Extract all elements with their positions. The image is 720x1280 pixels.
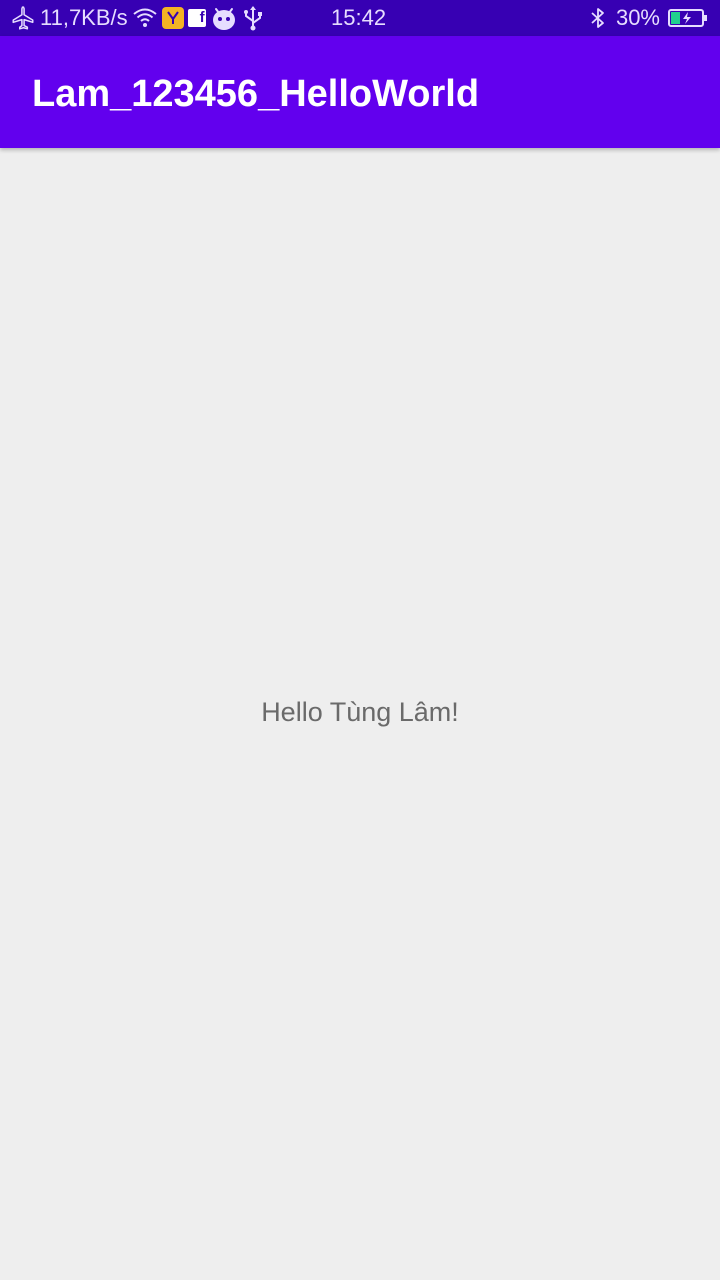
status-right: 30% [588,0,708,36]
app-bar: Lam_123456_HelloWorld [0,36,720,148]
status-time: 15:42 [331,5,387,30]
battery-charging-icon [668,8,708,28]
battery-percent: 30% [615,5,660,30]
network-speed: 11,7KB/s [40,5,128,30]
status-bar: 11,7KB/s f 15:42 30% [0,0,720,36]
main-content: Hello Tùng Lâm! [0,148,720,1280]
facebook-icon: f [187,9,206,27]
airplane-icon [10,5,36,31]
hello-text: Hello Tùng Lâm! [261,697,459,727]
android-debug-icon [210,5,238,31]
usb-icon [242,5,264,31]
status-left: 11,7KB/s f [10,0,264,36]
bluetooth-icon [588,6,608,30]
app-notification-icon [161,7,184,29]
wifi-icon [132,6,158,30]
app-title: Lam_123456_HelloWorld [32,73,480,115]
